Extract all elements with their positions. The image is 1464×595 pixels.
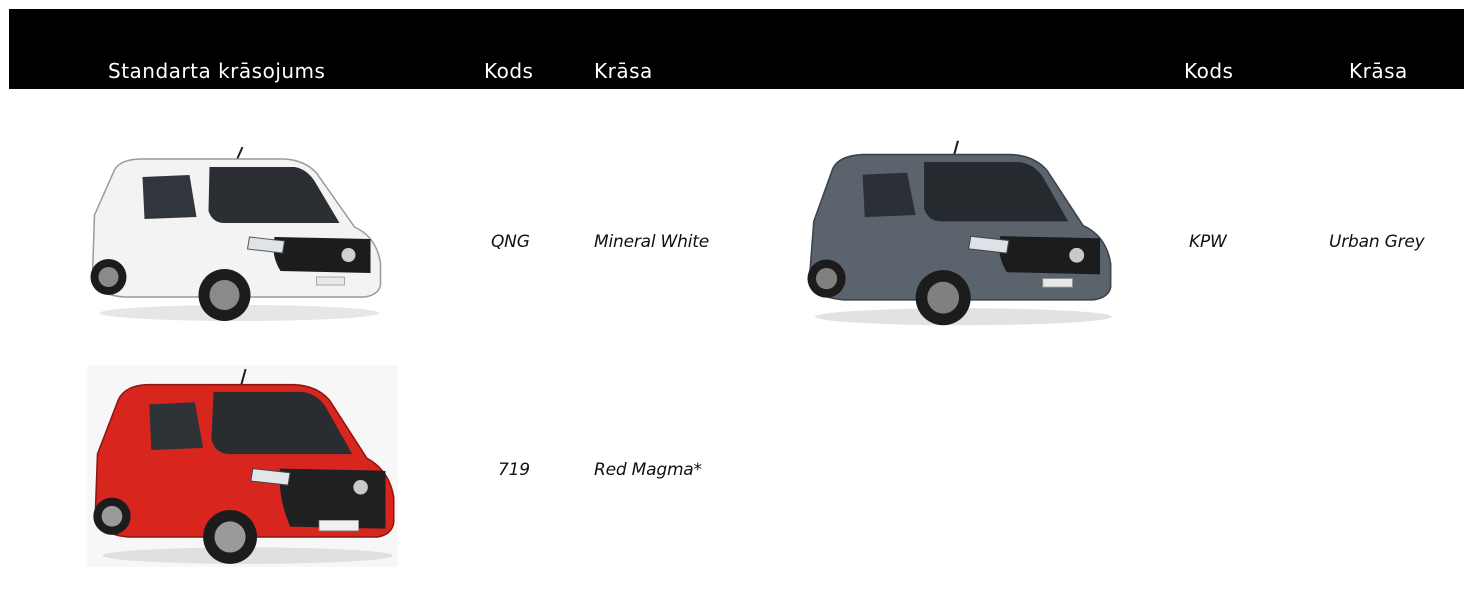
color-name-cell: Urban Grey <box>1329 232 1425 252</box>
color-column-header-left: Krāsa <box>594 59 653 83</box>
van-image-mineral-white <box>90 146 382 321</box>
color-name-cell: Red Magma* <box>594 460 702 480</box>
code-column-header-right: Kods <box>1184 59 1234 83</box>
color-code-cell: QNG <box>491 232 530 252</box>
color-code-cell: KPW <box>1189 232 1227 252</box>
van-image-red-magma <box>87 365 398 567</box>
color-name-cell: Mineral White <box>594 232 709 252</box>
section-title: Standarta krāsojums <box>108 59 326 83</box>
van-image-urban-grey <box>799 138 1117 328</box>
code-column-header-left: Kods <box>484 59 534 83</box>
color-column-header-right: Krāsa <box>1349 59 1408 83</box>
color-code-cell: 719 <box>498 460 530 480</box>
